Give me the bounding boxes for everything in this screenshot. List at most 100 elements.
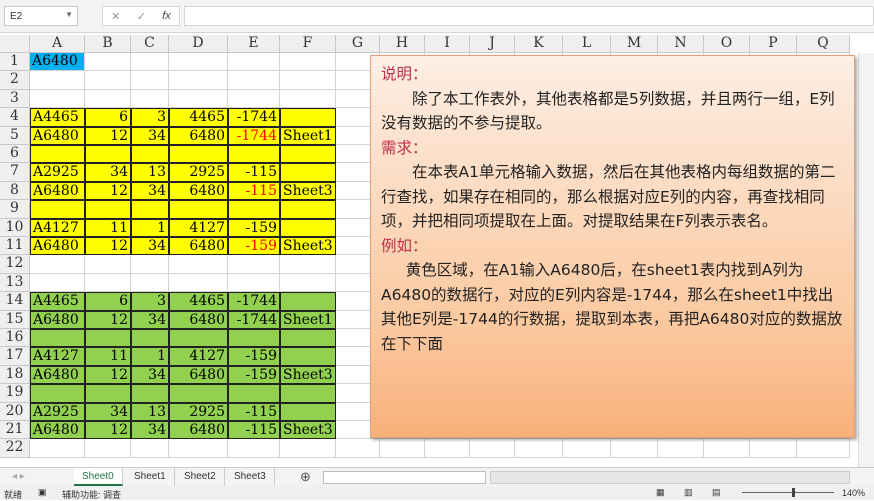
row-header-7[interactable]: 7 [0, 163, 30, 182]
cell-C6[interactable] [131, 145, 169, 164]
row-header-1[interactable]: 1 [0, 53, 30, 72]
cell-C7[interactable]: 13 [131, 163, 169, 182]
cell-F22[interactable] [280, 439, 336, 458]
cell-G22[interactable] [336, 439, 380, 458]
cell-B17[interactable]: 11 [85, 347, 131, 366]
cell-E10[interactable]: -159 [228, 218, 280, 237]
cell-A19[interactable] [30, 384, 85, 403]
cell-A20[interactable]: A2925 [30, 402, 85, 421]
cell-I22[interactable] [425, 439, 470, 458]
cell-A2[interactable] [30, 71, 85, 90]
row-header-20[interactable]: 20 [0, 402, 30, 421]
enter-icon[interactable]: ✓ [137, 10, 146, 23]
cell-D14[interactable]: 4465 [169, 292, 228, 311]
cell-D7[interactable]: 2925 [169, 163, 228, 182]
cell-D13[interactable] [169, 273, 228, 293]
row-header-19[interactable]: 19 [0, 384, 30, 403]
cell-D16[interactable] [169, 329, 228, 348]
cell-D21[interactable]: 6480 [169, 421, 228, 440]
cell-D9[interactable] [169, 200, 228, 219]
cell-M22[interactable] [611, 439, 658, 458]
cell-F12[interactable] [280, 255, 336, 274]
column-header-K[interactable]: K [515, 35, 563, 53]
row-header-14[interactable]: 14 [0, 292, 30, 311]
cell-D4[interactable]: 4465 [169, 108, 228, 127]
zoom-slider[interactable] [742, 488, 834, 497]
column-header-D[interactable]: D [169, 35, 228, 53]
cell-F6[interactable] [280, 145, 336, 164]
cell-F11[interactable]: Sheet3 [280, 237, 336, 256]
cell-E14[interactable]: -1744 [228, 292, 280, 311]
cell-D17[interactable]: 4127 [169, 347, 228, 366]
cell-E6[interactable] [228, 145, 280, 164]
cell-D11[interactable]: 6480 [169, 237, 228, 256]
cell-D18[interactable]: 6480 [169, 365, 228, 385]
cell-A3[interactable] [30, 89, 85, 109]
cell-A1[interactable]: A6480 [30, 53, 85, 72]
cell-E7[interactable]: -115 [228, 163, 280, 182]
tab-sheet2[interactable]: Sheet2 [176, 468, 225, 486]
cell-F7[interactable] [280, 163, 336, 182]
cell-F14[interactable] [280, 292, 336, 311]
cell-B8[interactable]: 12 [85, 181, 131, 201]
cell-F8[interactable]: Sheet3 [280, 181, 336, 201]
cell-F13[interactable] [280, 273, 336, 293]
row-header-17[interactable]: 17 [0, 347, 30, 366]
cell-C22[interactable] [131, 439, 169, 458]
column-header-C[interactable]: C [131, 35, 169, 53]
add-sheet-icon[interactable]: ⊕ [300, 469, 311, 485]
row-header-12[interactable]: 12 [0, 255, 30, 274]
row-header-21[interactable]: 21 [0, 421, 30, 440]
cell-E2[interactable] [228, 71, 280, 90]
cell-C12[interactable] [131, 255, 169, 274]
cell-B1[interactable] [85, 53, 131, 72]
cell-E17[interactable]: -159 [228, 347, 280, 366]
cell-E16[interactable] [228, 329, 280, 348]
cell-B19[interactable] [85, 384, 131, 403]
cell-C20[interactable]: 13 [131, 402, 169, 421]
column-header-G[interactable]: G [336, 35, 380, 53]
cell-C8[interactable]: 34 [131, 181, 169, 201]
cell-O22[interactable] [704, 439, 750, 458]
row-header-22[interactable]: 22 [0, 439, 30, 458]
cell-E11[interactable]: -159 [228, 237, 280, 256]
cell-E21[interactable]: -115 [228, 421, 280, 440]
cell-F19[interactable] [280, 384, 336, 403]
cell-F18[interactable]: Sheet3 [280, 365, 336, 385]
cell-Q22[interactable] [797, 439, 850, 458]
cell-B12[interactable] [85, 255, 131, 274]
cell-D5[interactable]: 6480 [169, 126, 228, 145]
cell-A18[interactable]: A6480 [30, 365, 85, 385]
cell-B10[interactable]: 11 [85, 218, 131, 237]
column-header-B[interactable]: B [85, 35, 131, 53]
cell-F4[interactable] [280, 108, 336, 127]
cell-B4[interactable]: 6 [85, 108, 131, 127]
cell-C5[interactable]: 34 [131, 126, 169, 145]
zoom-level[interactable]: 140% [842, 488, 865, 498]
cell-C13[interactable] [131, 273, 169, 293]
cell-D12[interactable] [169, 255, 228, 274]
row-header-5[interactable]: 5 [0, 126, 30, 145]
cell-F3[interactable] [280, 89, 336, 109]
cell-E15[interactable]: -1744 [228, 310, 280, 329]
tab-sheet0[interactable]: Sheet0 [74, 468, 123, 486]
column-header-L[interactable]: L [563, 35, 611, 53]
cell-A15[interactable]: A6480 [30, 310, 85, 329]
select-all-corner[interactable] [0, 35, 30, 53]
column-header-M[interactable]: M [611, 35, 658, 53]
cell-E3[interactable] [228, 89, 280, 109]
cell-A4[interactable]: A4465 [30, 108, 85, 127]
row-header-3[interactable]: 3 [0, 89, 30, 109]
cell-A14[interactable]: A4465 [30, 292, 85, 311]
cell-C14[interactable]: 3 [131, 292, 169, 311]
cell-E12[interactable] [228, 255, 280, 274]
cell-A13[interactable] [30, 273, 85, 293]
cell-F1[interactable] [280, 53, 336, 72]
cell-F17[interactable] [280, 347, 336, 366]
cell-F20[interactable] [280, 402, 336, 421]
cell-B7[interactable]: 34 [85, 163, 131, 182]
cell-F5[interactable]: Sheet1 [280, 126, 336, 145]
cell-B13[interactable] [85, 273, 131, 293]
note-textbox[interactable]: 说明： 除了本工作表外，其他表格都是5列数据，并且两行一组，E列没有数据的不参与… [370, 55, 855, 438]
cell-A6[interactable] [30, 145, 85, 164]
